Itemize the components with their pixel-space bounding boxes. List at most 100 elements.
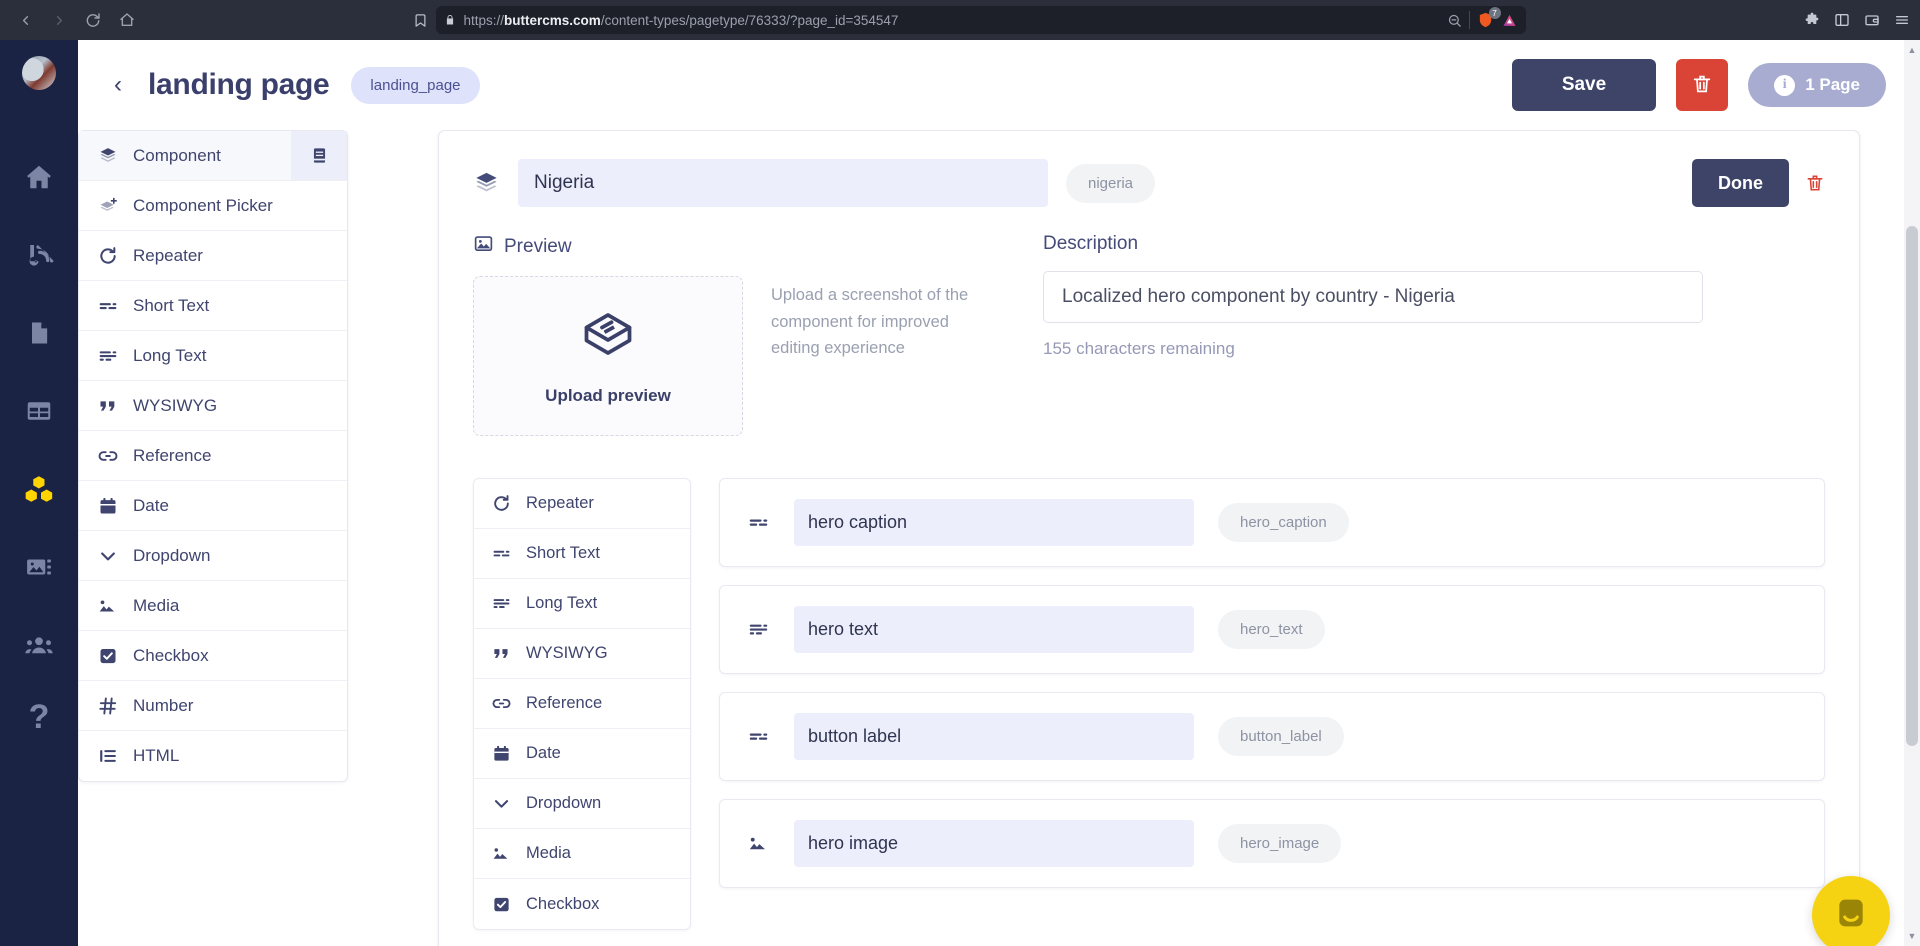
field-name-input[interactable]: [794, 606, 1194, 653]
inner-palette-item-label: Reference: [526, 694, 603, 712]
avatar[interactable]: [22, 56, 56, 90]
component-meta-row: Preview Upload preview Upload a screensh…: [473, 233, 1825, 436]
link-reference-icon: [490, 694, 512, 713]
extensions-puzzle-icon[interactable]: [1804, 12, 1820, 28]
chat-smile-icon: [1831, 893, 1871, 938]
sidebar-item-media[interactable]: [12, 540, 66, 594]
home-icon[interactable]: [112, 5, 142, 35]
delete-content-type-button[interactable]: [1676, 59, 1729, 111]
save-button[interactable]: Save: [1511, 59, 1657, 111]
palette-item-date[interactable]: Date: [79, 481, 347, 531]
description-input[interactable]: [1043, 271, 1703, 323]
palette-item-label: Checkbox: [133, 645, 209, 665]
palette-item-media[interactable]: Media: [79, 581, 347, 631]
inner-palette-item-checkbox[interactable]: Checkbox: [474, 879, 690, 929]
palette-item-label: HTML: [133, 746, 180, 765]
inner-palette-item-short-text[interactable]: Short Text: [474, 529, 690, 579]
delete-component-icon[interactable]: [1805, 172, 1825, 194]
brave-rewards-icon[interactable]: [1501, 12, 1518, 29]
field-name-input[interactable]: [794, 820, 1194, 867]
bookmark-icon[interactable]: [413, 12, 428, 29]
field-type-palette-outer: Component Component Picker Repeater Shor…: [78, 130, 348, 782]
long-text-icon: [97, 346, 119, 366]
sidebar-item-home[interactable]: [12, 150, 66, 204]
inner-palette-item-reference[interactable]: Reference: [474, 679, 690, 729]
lock-icon: [444, 13, 456, 27]
palette-item-html[interactable]: HTML: [79, 731, 347, 781]
components-blocks-icon: [23, 473, 55, 505]
palette-item-reference[interactable]: Reference: [79, 431, 347, 481]
description-label: Description: [1043, 233, 1139, 254]
book-icon[interactable]: [291, 131, 347, 180]
done-button[interactable]: Done: [1692, 159, 1789, 207]
address-bar[interactable]: https://buttercms.com/content-types/page…: [435, 6, 1526, 34]
help-icon[interactable]: ?: [29, 700, 50, 734]
palette-item-number[interactable]: Number: [79, 681, 347, 731]
characters-remaining: 155 characters remaining: [1043, 339, 1235, 358]
palette-item-repeater[interactable]: Repeater: [79, 231, 347, 281]
collections-table-icon: [24, 396, 54, 426]
inner-palette-item-wysiwyg[interactable]: WYSIWYG: [474, 629, 690, 679]
inner-palette-item-label: Checkbox: [526, 894, 600, 913]
field-name-input[interactable]: [794, 713, 1194, 760]
table-row[interactable]: hero_caption: [719, 478, 1825, 567]
short-text-icon: [746, 512, 770, 533]
scroll-down-icon[interactable]: ▼: [1906, 930, 1918, 942]
brave-shield-icon[interactable]: 7: [1477, 7, 1501, 29]
preview-label-row: Preview: [473, 233, 1043, 260]
table-row[interactable]: hero_text: [719, 585, 1825, 674]
inner-palette-item-date[interactable]: Date: [474, 729, 690, 779]
forward-arrow-icon[interactable]: [44, 5, 74, 35]
support-chat-button[interactable]: [1812, 876, 1890, 946]
upload-preview-dropzone[interactable]: Upload preview: [473, 276, 743, 436]
inner-palette-item-long-text[interactable]: Long Text: [474, 579, 690, 629]
html-list-icon: [97, 746, 119, 766]
component-name-input[interactable]: [518, 159, 1048, 207]
short-text-icon: [746, 726, 770, 747]
palette-item-component-picker[interactable]: Component Picker: [79, 181, 347, 231]
inner-palette-item-dropdown[interactable]: Dropdown: [474, 779, 690, 829]
palette-item-dropdown[interactable]: Dropdown: [79, 531, 347, 581]
table-row[interactable]: hero_image: [719, 799, 1825, 888]
sidebar-panel-icon[interactable]: [1834, 12, 1850, 28]
sidebar-item-collections[interactable]: [12, 384, 66, 438]
field-name-input[interactable]: [794, 499, 1194, 546]
fields-area: Repeater Short Text Long Text WYSIWYG Re…: [473, 478, 1825, 930]
repeat-icon: [97, 246, 119, 266]
wallet-icon[interactable]: [1864, 12, 1880, 28]
long-text-icon: [746, 619, 770, 640]
palette-item-label: Short Text: [133, 295, 210, 315]
back-arrow-icon[interactable]: [10, 5, 40, 35]
sidebar-item-team[interactable]: [12, 618, 66, 672]
scroll-up-icon[interactable]: ▲: [1906, 44, 1918, 56]
app-nav-rail: ?: [0, 40, 78, 946]
back-button[interactable]: ‹: [100, 67, 136, 103]
page-slug-badge: landing_page: [351, 66, 480, 104]
scrollbar-thumb[interactable]: [1906, 226, 1918, 746]
hamburger-menu-icon[interactable]: [1894, 12, 1910, 28]
palette-item-long-text[interactable]: Long Text: [79, 331, 347, 381]
sidebar-item-pages[interactable]: [12, 306, 66, 360]
palette-item-wysiwyg[interactable]: WYSIWYG: [79, 381, 347, 431]
table-row[interactable]: button_label: [719, 692, 1825, 781]
palette-item-component[interactable]: Component: [79, 131, 347, 181]
page-count-badge[interactable]: i 1 Page: [1748, 63, 1886, 107]
field-key-badge: button_label: [1218, 717, 1344, 756]
vertical-scrollbar[interactable]: ▲ ▼: [1904, 40, 1920, 946]
app-body: Component Component Picker Repeater Shor…: [78, 130, 1920, 946]
zoom-icon[interactable]: [1447, 13, 1462, 28]
inner-palette-item-repeater[interactable]: Repeater: [474, 479, 690, 529]
palette-item-label: WYSIWYG: [133, 395, 218, 415]
palette-item-short-text[interactable]: Short Text: [79, 281, 347, 331]
layers-stack-icon: [97, 146, 119, 166]
media-image-icon: [746, 833, 770, 854]
inner-palette-item-label: Long Text: [526, 594, 598, 612]
calendar-icon: [490, 744, 512, 763]
inner-palette-item-media[interactable]: Media: [474, 829, 690, 879]
sidebar-item-components[interactable]: [12, 462, 66, 516]
palette-item-checkbox[interactable]: Checkbox: [79, 631, 347, 681]
chevron-down-icon: [97, 546, 119, 566]
sidebar-item-blog[interactable]: [12, 228, 66, 282]
reload-icon[interactable]: [78, 5, 108, 35]
page-root: ? ‹ landing page landing_page Save i 1 P…: [0, 40, 1920, 946]
